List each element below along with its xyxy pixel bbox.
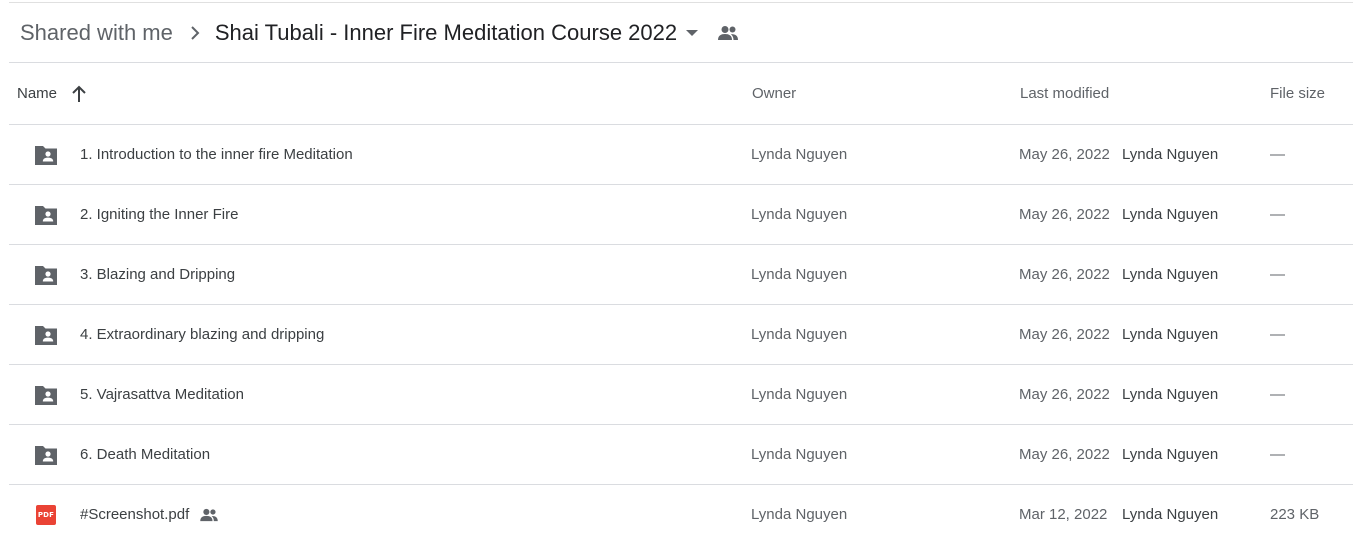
dropdown-caret-icon[interactable] xyxy=(685,29,699,37)
file-owner: Lynda Nguyen xyxy=(751,266,848,283)
file-owner: Lynda Nguyen xyxy=(751,326,848,343)
file-modified-date: May 26, 2022 xyxy=(1019,146,1110,163)
breadcrumb: Shared with me Shai Tubali - Inner Fire … xyxy=(9,3,1353,62)
chevron-right-icon xyxy=(189,25,201,41)
file-modified-by: Lynda Nguyen xyxy=(1122,266,1219,283)
file-modified-by: Lynda Nguyen xyxy=(1122,386,1219,403)
file-modified-by: Lynda Nguyen xyxy=(1122,446,1219,463)
people-icon xyxy=(199,508,219,522)
shared-folder-icon xyxy=(33,143,59,167)
table-row[interactable]: 5. Vajrasattva Meditation Lynda Nguyen M… xyxy=(9,365,1353,425)
file-name[interactable]: 5. Vajrasattva Meditation xyxy=(80,365,244,424)
file-owner: Lynda Nguyen xyxy=(751,386,848,403)
file-size: — xyxy=(1270,326,1285,343)
file-size: 223 KB xyxy=(1270,506,1320,523)
column-name-label: Name xyxy=(17,85,58,102)
file-name[interactable]: 2. Igniting the Inner Fire xyxy=(80,185,238,244)
file-modified-date: Mar 12, 2022 xyxy=(1019,506,1108,523)
shared-folder-icon xyxy=(33,263,59,287)
table-row[interactable]: 6. Death Meditation Lynda Nguyen May 26,… xyxy=(9,425,1353,485)
column-header-file-size[interactable]: File size xyxy=(1270,63,1325,124)
column-header-name[interactable]: Name xyxy=(17,63,87,124)
file-owner: Lynda Nguyen xyxy=(751,506,848,523)
file-owner: Lynda Nguyen xyxy=(751,206,848,223)
file-owner: Lynda Nguyen xyxy=(751,446,848,463)
file-modified-by: Lynda Nguyen xyxy=(1122,326,1219,343)
file-modified-by: Lynda Nguyen xyxy=(1122,146,1219,163)
breadcrumb-current-folder[interactable]: Shai Tubali - Inner Fire Meditation Cour… xyxy=(215,20,677,46)
shared-folder-icon xyxy=(33,443,59,467)
file-owner: Lynda Nguyen xyxy=(751,146,848,163)
file-name[interactable]: 1. Introduction to the inner fire Medita… xyxy=(80,125,353,184)
pdf-badge: PDF xyxy=(36,505,56,525)
table-row[interactable]: 4. Extraordinary blazing and dripping Ly… xyxy=(9,305,1353,365)
file-modified-date: May 26, 2022 xyxy=(1019,326,1110,343)
file-size: — xyxy=(1270,386,1285,403)
file-list: 1. Introduction to the inner fire Medita… xyxy=(9,125,1353,544)
file-modified-date: May 26, 2022 xyxy=(1019,206,1110,223)
file-size: — xyxy=(1270,206,1285,223)
people-icon[interactable] xyxy=(717,25,739,41)
file-name-cell[interactable]: #Screenshot.pdf xyxy=(80,485,219,544)
file-name: #Screenshot.pdf xyxy=(80,506,190,523)
column-header-row: Name Owner Last modified File size xyxy=(9,63,1353,124)
file-modified-date: May 26, 2022 xyxy=(1019,386,1110,403)
table-row[interactable]: 2. Igniting the Inner Fire Lynda Nguyen … xyxy=(9,185,1353,245)
file-size: — xyxy=(1270,446,1285,463)
table-row[interactable]: 3. Blazing and Dripping Lynda Nguyen May… xyxy=(9,245,1353,305)
table-row[interactable]: PDF #Screenshot.pdf Lynda Nguyen Mar 12,… xyxy=(9,485,1353,544)
table-row[interactable]: 1. Introduction to the inner fire Medita… xyxy=(9,125,1353,185)
file-name[interactable]: 3. Blazing and Dripping xyxy=(80,245,235,304)
file-modified-by: Lynda Nguyen xyxy=(1122,506,1219,523)
breadcrumb-shared-with-me[interactable]: Shared with me xyxy=(20,20,173,46)
file-name[interactable]: 6. Death Meditation xyxy=(80,425,210,484)
arrow-up-icon[interactable] xyxy=(71,85,87,103)
file-modified-by: Lynda Nguyen xyxy=(1122,206,1219,223)
file-size: — xyxy=(1270,266,1285,283)
shared-folder-icon xyxy=(33,383,59,407)
pdf-icon: PDF xyxy=(33,503,59,527)
shared-folder-icon xyxy=(33,203,59,227)
file-modified-date: May 26, 2022 xyxy=(1019,266,1110,283)
file-modified-date: May 26, 2022 xyxy=(1019,446,1110,463)
file-size: — xyxy=(1270,146,1285,163)
column-header-owner[interactable]: Owner xyxy=(752,63,796,124)
shared-folder-icon xyxy=(33,323,59,347)
column-header-last-modified[interactable]: Last modified xyxy=(1020,63,1109,124)
file-name[interactable]: 4. Extraordinary blazing and dripping xyxy=(80,305,324,364)
